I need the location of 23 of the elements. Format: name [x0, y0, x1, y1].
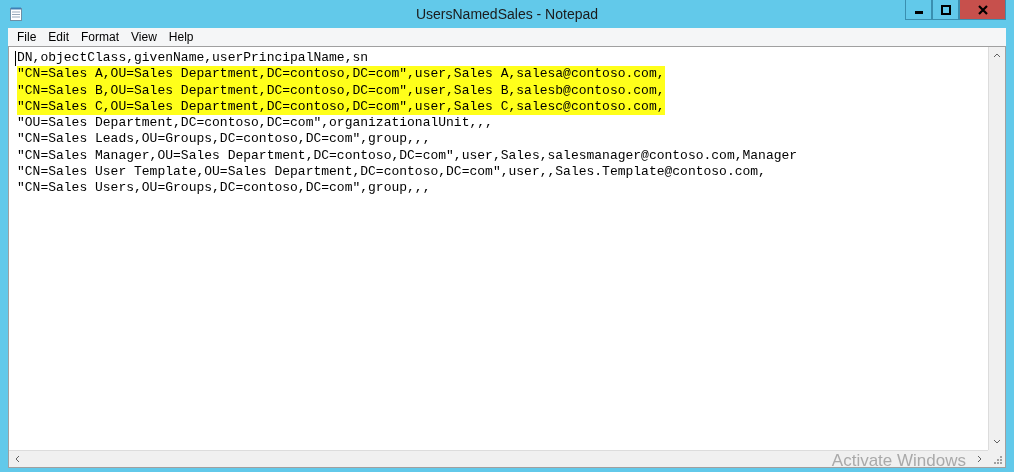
text-line: DN,objectClass,givenName,userPrincipalName,sn	[17, 50, 369, 67]
text-line: "CN=Sales Manager,OU=Sales Department,DC=contoso,DC=com",user,Sales,salesmanager@contoso.com,Manager	[17, 147, 798, 165]
horizontal-scrollbar[interactable]	[9, 450, 988, 467]
menu-item[interactable]: File	[8, 29, 43, 45]
notepad-icon	[10, 7, 22, 21]
menu-item[interactable]: Edit	[42, 29, 76, 45]
text-line: "CN=Sales User Template,OU=Sales Department,DC=contoso,DC=com",user,,Sales.Template@contoso.com,	[17, 164, 766, 181]
text-caret	[15, 51, 16, 66]
window-title: UsersNamedSales - Notepad	[415, 6, 599, 22]
vertical-scrollbar[interactable]	[988, 47, 1005, 450]
text-line: "CN=Sales Leads,OU=Groups,DC=contoso,DC=com",group,,,	[17, 131, 431, 148]
close-icon	[977, 4, 988, 15]
close-button[interactable]	[959, 0, 1006, 20]
menu-item[interactable]: View	[125, 29, 163, 45]
text-line: "CN=Sales Users,OU=Groups,DC=contoso,DC=com",group,,,	[17, 180, 431, 197]
text-line: "OU=Sales Department,DC=contoso,DC=com",organizationalUnit,,,	[17, 115, 493, 132]
minimize-button[interactable]	[905, 0, 932, 20]
minimize-icon	[914, 11, 923, 14]
maximize-button[interactable]	[932, 0, 959, 20]
activation-notice: Activate Windows	[831, 451, 966, 471]
menu-item[interactable]: Help	[162, 29, 200, 45]
menu-item[interactable]: Format	[75, 29, 126, 45]
maximize-icon	[940, 4, 951, 15]
